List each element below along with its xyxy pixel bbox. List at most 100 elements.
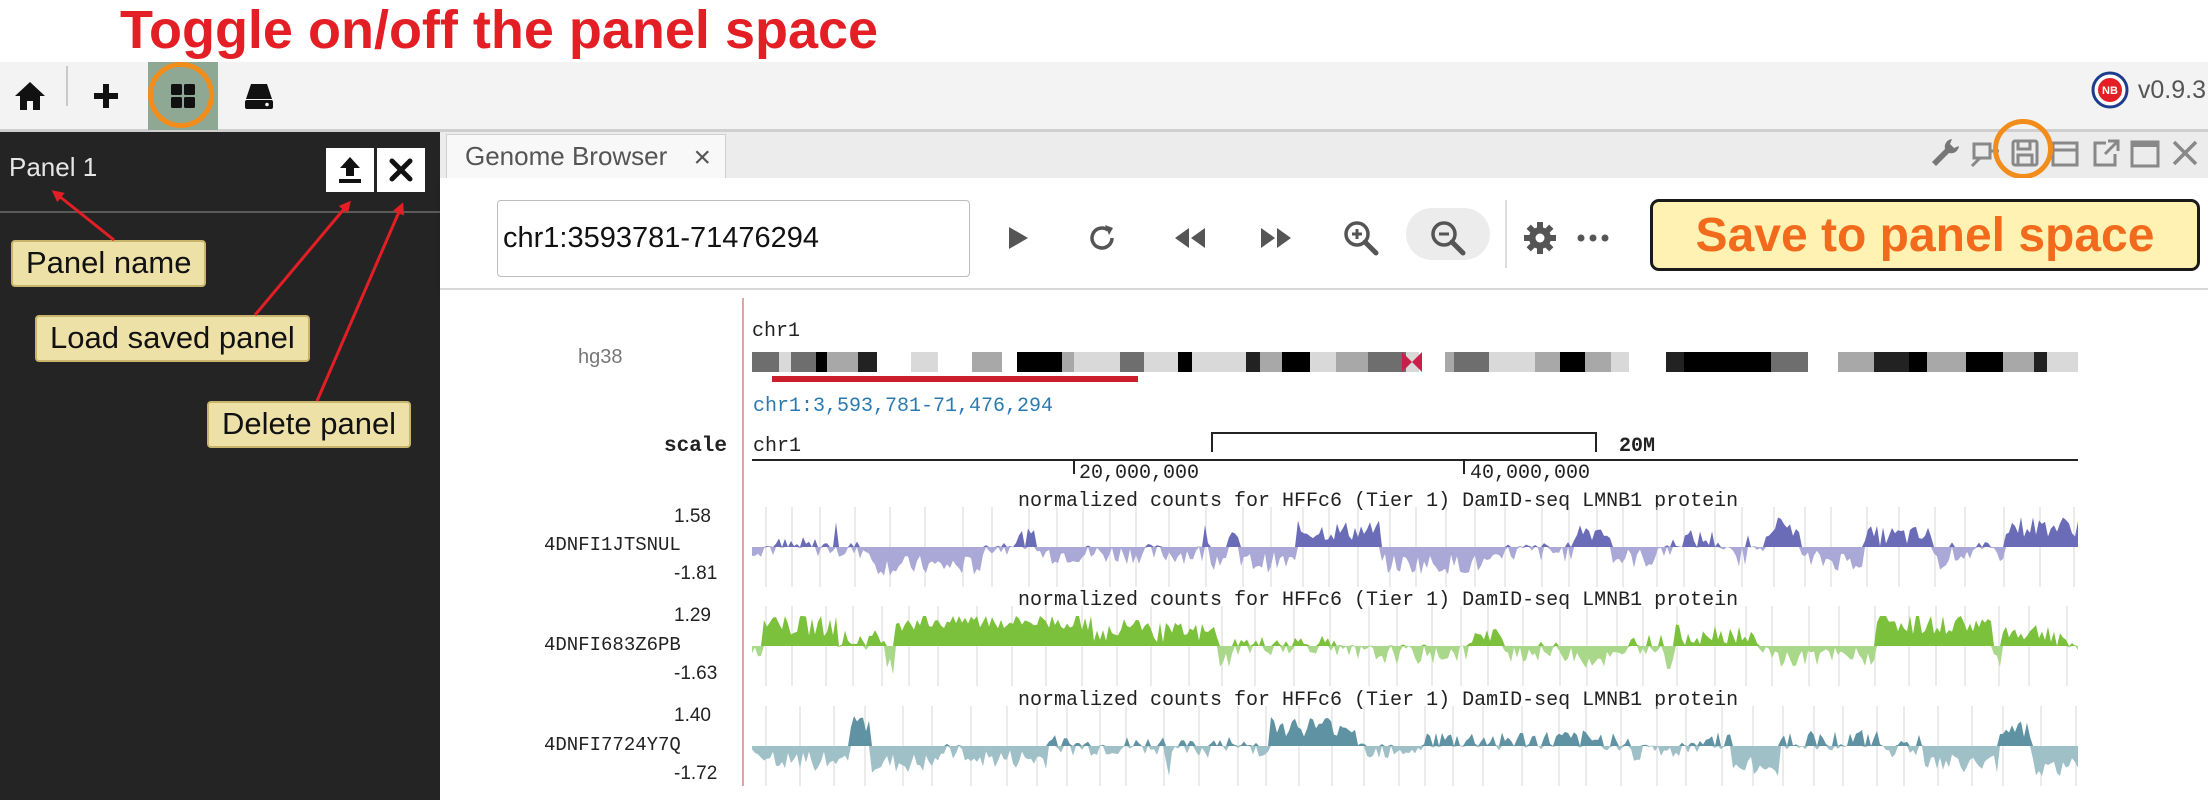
popout-icon[interactable] [2088,136,2122,170]
nav-separator [1505,200,1507,268]
ideogram-band [1120,352,1144,372]
tab-label: Genome Browser [465,141,668,171]
ideogram-band [1874,352,1909,372]
ideogram-band [1454,352,1489,372]
ideogram-band [1684,352,1726,372]
signal-negative [752,746,2078,776]
play-icon[interactable] [990,210,1046,266]
chromosome-ideogram[interactable] [752,346,2080,386]
arrow-to-load-button [253,200,351,316]
rewind-icon[interactable] [1162,210,1218,266]
track-max-value: 1.40 [674,705,711,726]
refresh-icon[interactable] [1074,210,1130,266]
maximize-icon[interactable] [2128,136,2162,170]
ideogram-band [1246,352,1260,372]
wrench-icon[interactable] [1928,136,1962,170]
chromosome-label: chr1 [752,320,801,343]
tick-label-40m: 40,000,000 [1470,462,1591,485]
scale-bar-bracket [1211,432,1597,452]
version-info: NB v0.9.3 [2090,62,2206,118]
track-name: 4DNFI7724Y7Q [544,734,681,756]
annotation-arrows [51,190,404,402]
arrow-to-panel-name [51,190,115,242]
track-max-value: 1.58 [674,506,711,527]
signal-negative [752,646,2078,675]
signal-positive [752,517,2078,547]
ideogram-band [1017,352,1062,372]
more-icon[interactable] [1565,210,1621,266]
ideogram-band [1726,352,1771,372]
ideogram-band [1489,352,1535,372]
ideogram-band [1192,352,1217,372]
ideogram-band [1629,352,1666,372]
tab-close-button[interactable]: × [693,141,711,175]
signal-positive [752,616,2078,646]
signal-track[interactable] [752,706,2080,786]
fast-forward-icon[interactable] [1248,210,1304,266]
ideogram-band [1178,352,1192,372]
ideogram-band [1808,352,1838,372]
track-name: 4DNFI683Z6PB [544,634,681,656]
scale-chrom-label: chr1 [753,435,802,458]
save-highlight-ring [1993,119,2053,179]
ideogram-band [911,352,938,372]
signal-track[interactable] [752,507,2080,587]
minimize-icon[interactable] [2048,136,2082,170]
scale-bar-label: 20M [1619,435,1656,458]
ideogram-band [1144,352,1178,372]
gear-icon[interactable] [1512,210,1568,266]
ideogram-band [791,352,816,372]
view-region-marker [772,376,1138,382]
ideogram-band [1293,352,1310,372]
signal-positive [752,716,2078,746]
ideogram-band [2034,352,2047,372]
locus-input[interactable] [497,200,970,277]
window-controls [1928,134,2202,172]
ideogram-band [2047,352,2078,372]
track-label-divider [742,298,744,786]
zoom-out-icon[interactable] [1420,210,1476,266]
nb-logo-text: NB [2102,85,2118,97]
ideogram-band [938,352,972,372]
signal-track[interactable] [752,606,2080,686]
nb-logo-icon: NB [2090,70,2130,110]
save-panel-annotation: Save to panel space [1650,199,2200,271]
ideogram-band [1585,352,1611,372]
scale-ruler [752,432,2078,474]
ideogram-band [779,352,791,372]
ideogram-band [1909,352,1927,372]
track-min-value: -1.72 [674,763,718,784]
close-icon[interactable] [2168,136,2202,170]
ideogram-band [1368,352,1406,372]
ideogram-band [1966,352,1977,372]
ideogram-band [877,352,911,372]
ideogram-band [1838,352,1858,372]
track-min-value: -1.63 [674,663,718,684]
ideogram-band [816,352,827,372]
tab-genome-browser[interactable]: Genome Browser × [446,134,726,178]
ideogram-band [1927,352,1935,372]
ideogram-band [1336,352,1368,372]
ideogram-band [1935,352,1966,372]
zoom-in-icon[interactable] [1333,210,1389,266]
ideogram-band [1858,352,1874,372]
ideogram-band [1977,352,2003,372]
ideogram-band [752,352,779,372]
tick-label-20m: 20,000,000 [1079,462,1200,485]
ideogram-band [1260,352,1282,372]
ideogram-band [1217,352,1246,372]
track-name: 4DNFI1JTSNUL [544,534,681,556]
version-label: v0.9.3 [2137,75,2206,104]
coordinate-range-label: chr1:3,593,781-71,476,294 [753,395,1054,418]
ideogram-band [2003,352,2034,372]
ideogram-band [1771,352,1808,372]
ideogram-band [827,352,858,372]
ideogram-band [1611,352,1629,372]
ideogram-band [1445,352,1454,372]
ideogram-band [1074,352,1120,372]
ideogram-band [858,352,877,372]
ideogram-band [1002,352,1017,372]
arrow-to-delete-button [315,202,404,402]
scale-label: scale [664,435,728,458]
ideogram-band [1535,352,1560,372]
